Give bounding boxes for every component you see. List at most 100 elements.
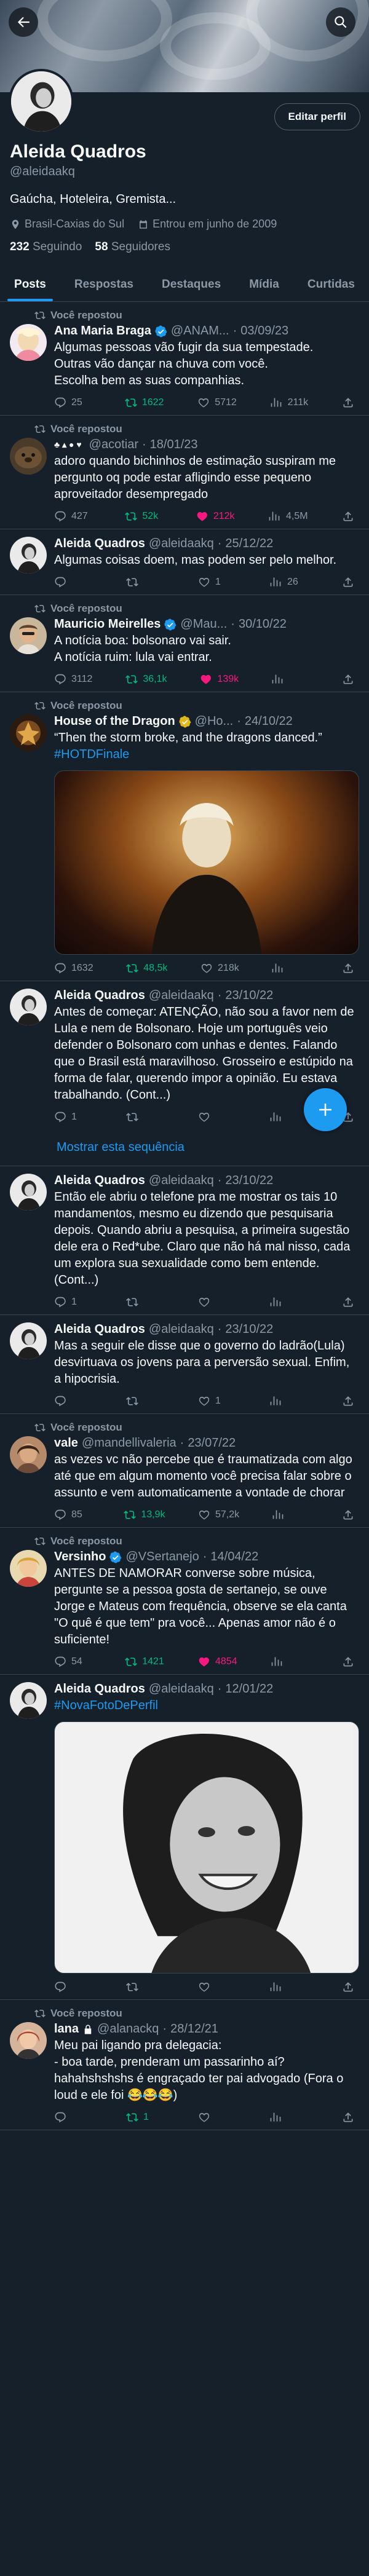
retweet-button[interactable] bbox=[126, 1111, 163, 1123]
author-handle[interactable]: @VSertanejo bbox=[125, 1550, 199, 1564]
author-name[interactable]: vale bbox=[54, 1436, 78, 1450]
like-button[interactable] bbox=[198, 2111, 235, 2124]
tweet[interactable]: Aleida Quadros @aleidaakq · 12/01/22 #NovaFo… bbox=[0, 1675, 369, 2000]
retweet-button[interactable] bbox=[126, 576, 163, 588]
author-name[interactable]: Aleida Quadros bbox=[54, 537, 145, 551]
author-name[interactable]: Aleida Quadros bbox=[54, 1682, 145, 1696]
tweet-avatar[interactable] bbox=[10, 1682, 47, 1719]
share-button[interactable] bbox=[342, 1981, 357, 1993]
author-name[interactable]: Versinho bbox=[54, 1550, 106, 1564]
following-link[interactable]: 232 Seguindo bbox=[10, 240, 82, 253]
retweet-button[interactable]: 1622 bbox=[124, 397, 164, 409]
tweet-avatar[interactable] bbox=[10, 1550, 47, 1587]
like-button[interactable]: 1 bbox=[198, 1395, 235, 1407]
tweet[interactable]: Aleida Quadros @aleidaakq · 23/10/22 Então e… bbox=[0, 1166, 369, 1315]
like-button[interactable]: 212k bbox=[196, 510, 235, 523]
tweet[interactable]: Você repostou House of the Dragon @Ho... · 2… bbox=[0, 692, 369, 981]
reply-button[interactable] bbox=[54, 2111, 91, 2124]
views-button[interactable] bbox=[270, 1111, 307, 1123]
share-button[interactable] bbox=[342, 1395, 357, 1407]
tab-posts[interactable]: Posts bbox=[0, 267, 60, 301]
reply-button[interactable]: 427 bbox=[54, 510, 91, 523]
tweet[interactable]: Você repostou vale @mandellivaleria · 23/07/… bbox=[0, 1414, 369, 1528]
reply-button[interactable] bbox=[54, 1395, 91, 1407]
retweet-button[interactable]: 36,1k bbox=[125, 673, 167, 685]
tweet-avatar[interactable] bbox=[10, 989, 47, 1025]
share-button[interactable] bbox=[342, 1296, 357, 1308]
share-button[interactable] bbox=[342, 576, 357, 588]
author-handle[interactable]: @aleidaakq bbox=[149, 537, 214, 551]
share-button[interactable] bbox=[342, 1656, 357, 1668]
tweet-avatar[interactable] bbox=[10, 2022, 47, 2059]
retweet-button[interactable]: 13,9k bbox=[124, 1509, 165, 1521]
tweet-avatar[interactable] bbox=[10, 1436, 47, 1473]
tweet-avatar[interactable] bbox=[10, 537, 47, 574]
edit-profile-button[interactable]: Editar perfil bbox=[274, 103, 360, 130]
tweet[interactable]: Você repostou lana @alanackq · 28/12/21 Meu p… bbox=[0, 2000, 369, 2130]
tweet-image[interactable] bbox=[54, 770, 359, 955]
retweet-button[interactable] bbox=[126, 1296, 163, 1308]
tab-replies[interactable]: Respostas bbox=[60, 267, 148, 301]
author-name[interactable]: House of the Dragon bbox=[54, 714, 175, 729]
views-button[interactable]: 4,5M bbox=[269, 510, 308, 523]
like-button[interactable]: 218k bbox=[200, 962, 239, 974]
author-name[interactable]: lana bbox=[54, 2022, 79, 2036]
like-button[interactable]: 139k bbox=[200, 673, 239, 685]
tweet-avatar[interactable] bbox=[10, 617, 47, 654]
tweet-date[interactable]: 23/10/22 bbox=[225, 1174, 273, 1188]
profile-avatar[interactable] bbox=[9, 69, 74, 134]
reply-button[interactable]: 1 bbox=[54, 1111, 91, 1123]
views-button[interactable]: 211k bbox=[271, 397, 308, 409]
tweet[interactable]: Aleida Quadros @aleidaakq · 25/12/22 Algumas… bbox=[0, 529, 369, 595]
tweet-date[interactable]: 03/09/23 bbox=[240, 324, 288, 338]
tweet-date[interactable]: 23/07/22 bbox=[188, 1436, 236, 1450]
reply-button[interactable]: 54 bbox=[54, 1656, 91, 1668]
author-handle[interactable]: @Mau... bbox=[180, 617, 227, 631]
author-handle[interactable]: @aleidaakq bbox=[149, 1174, 214, 1188]
tweet-date[interactable]: 30/10/22 bbox=[239, 617, 287, 631]
share-button[interactable] bbox=[342, 673, 357, 685]
views-button[interactable] bbox=[272, 673, 309, 685]
tweet-date[interactable]: 18/01/23 bbox=[150, 438, 198, 452]
reply-button[interactable]: 1632 bbox=[54, 962, 93, 974]
tweet-date[interactable]: 23/10/22 bbox=[225, 989, 273, 1003]
hashtag-link[interactable]: #HOTDFinale bbox=[54, 748, 129, 761]
tweet-avatar[interactable] bbox=[10, 1322, 47, 1359]
views-button[interactable] bbox=[272, 962, 309, 974]
tweet-date[interactable]: 23/10/22 bbox=[225, 1322, 273, 1337]
followers-link[interactable]: 58 Seguidores bbox=[95, 240, 170, 253]
tweet[interactable]: Você repostou Mauricio Meirelles @Mau... · 3… bbox=[0, 595, 369, 692]
tweet-date[interactable]: 25/12/22 bbox=[225, 537, 273, 551]
search-icon[interactable] bbox=[326, 7, 355, 37]
tweet-date[interactable]: 24/10/22 bbox=[245, 714, 293, 729]
retweet-button[interactable]: 1 bbox=[126, 2111, 163, 2124]
like-button[interactable]: 1 bbox=[198, 576, 235, 588]
tweet-avatar[interactable] bbox=[10, 324, 47, 361]
share-button[interactable] bbox=[342, 1509, 357, 1521]
author-name[interactable]: Mauricio Meirelles bbox=[54, 617, 161, 631]
views-button[interactable] bbox=[271, 1656, 308, 1668]
share-button[interactable] bbox=[342, 510, 357, 523]
tweet[interactable]: Aleida Quadros @aleidaakq · 23/10/22 Mas a s… bbox=[0, 1315, 369, 1414]
views-button[interactable] bbox=[270, 1981, 307, 1993]
views-button[interactable]: 26 bbox=[270, 576, 307, 588]
reply-button[interactable] bbox=[54, 576, 91, 588]
author-handle[interactable]: @aleidaakq bbox=[149, 989, 214, 1003]
retweet-button[interactable] bbox=[126, 1981, 163, 1993]
share-button[interactable] bbox=[342, 397, 357, 409]
like-button[interactable] bbox=[198, 1111, 235, 1123]
tweet[interactable]: Você repostou Versinho @VSertanejo · 14/04/2… bbox=[0, 1528, 369, 1675]
tweet-avatar[interactable] bbox=[10, 714, 47, 751]
tweet-date[interactable]: 14/04/22 bbox=[210, 1550, 258, 1564]
views-button[interactable] bbox=[272, 1509, 309, 1521]
like-button[interactable]: 57,2k bbox=[198, 1509, 239, 1521]
hashtag-link[interactable]: #NovaFotoDePerfil bbox=[54, 1699, 158, 1712]
tweet-date[interactable]: 28/12/21 bbox=[170, 2022, 218, 2036]
retweet-button[interactable]: 52k bbox=[125, 510, 162, 523]
tweet[interactable]: Você repostou Ana Maria Braga @ANAM... · 03/… bbox=[0, 302, 369, 416]
retweet-button[interactable]: 48,5k bbox=[126, 962, 167, 974]
tweet[interactable]: Você repostou ♣ ▴ ● ♥ @acotiar · 18/01/23 ado… bbox=[0, 416, 369, 529]
author-handle[interactable]: @acotiar bbox=[89, 438, 138, 452]
author-handle[interactable]: @ANAM... bbox=[171, 324, 229, 338]
tweet-date[interactable]: 12/01/22 bbox=[225, 1682, 273, 1696]
